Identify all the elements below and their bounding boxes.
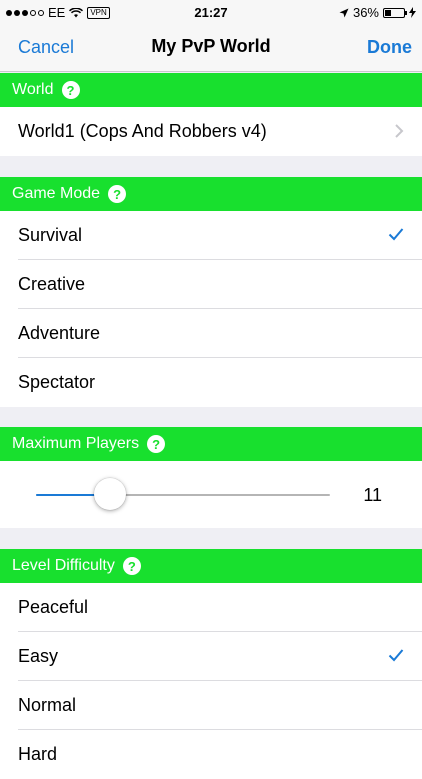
- section-title: Game Mode: [12, 185, 101, 202]
- help-icon[interactable]: ?: [61, 81, 80, 99]
- max-players-slider-row: 11: [0, 461, 422, 528]
- option-label: Survival: [18, 225, 83, 245]
- option-label: Creative: [18, 274, 86, 294]
- checkmark-icon: [388, 649, 404, 662]
- section-header-level-difficulty: Level Difficulty ?: [0, 549, 422, 583]
- max-players-value: 11: [363, 485, 382, 505]
- battery-icon: [383, 7, 407, 18]
- game-mode-option-survival[interactable]: Survival: [0, 211, 422, 260]
- option-label: Hard: [18, 744, 58, 764]
- help-icon[interactable]: ?: [108, 185, 127, 203]
- world-selector-row[interactable]: World1 (Cops And Robbers v4): [0, 107, 422, 156]
- section-header-game-mode: Game Mode ?: [0, 177, 422, 211]
- difficulty-option-easy[interactable]: Easy: [0, 632, 422, 681]
- navigation-bar: Cancel My PvP World Done: [0, 24, 422, 72]
- difficulty-option-peaceful[interactable]: Peaceful: [0, 583, 422, 632]
- section-title: Level Difficulty: [12, 557, 115, 574]
- option-label: Adventure: [18, 323, 101, 343]
- checkmark-icon: [388, 228, 404, 241]
- game-mode-option-spectator[interactable]: Spectator: [0, 358, 422, 407]
- option-label: Spectator: [18, 372, 96, 392]
- page-title: My PvP World: [151, 36, 271, 56]
- slider-thumb[interactable]: [93, 478, 126, 510]
- game-mode-option-creative[interactable]: Creative: [0, 260, 422, 309]
- option-label: Easy: [18, 646, 59, 666]
- battery-percent: 36%: [352, 5, 379, 20]
- help-icon[interactable]: ?: [147, 435, 166, 453]
- chevron-right-icon: [395, 124, 404, 138]
- difficulty-option-hard[interactable]: Hard: [0, 730, 422, 779]
- status-right: 36%: [339, 5, 416, 20]
- charging-bolt-icon: [409, 7, 416, 18]
- help-icon[interactable]: ?: [122, 557, 141, 575]
- game-mode-option-adventure[interactable]: Adventure: [0, 309, 422, 358]
- location-arrow-icon: [339, 8, 349, 17]
- option-label: Peaceful: [18, 597, 89, 617]
- section-title: World: [12, 81, 54, 98]
- done-button[interactable]: Done: [367, 37, 412, 58]
- section-header-world: World ?: [0, 73, 422, 107]
- option-label: Normal: [18, 695, 77, 715]
- world-name: World1 (Cops And Robbers v4): [18, 121, 267, 141]
- difficulty-option-normal[interactable]: Normal: [0, 681, 422, 730]
- section-header-max-players: Maximum Players ?: [0, 427, 422, 461]
- section-title: Maximum Players: [12, 435, 140, 452]
- status-bar: EE VPN 21:27 36%: [0, 0, 422, 24]
